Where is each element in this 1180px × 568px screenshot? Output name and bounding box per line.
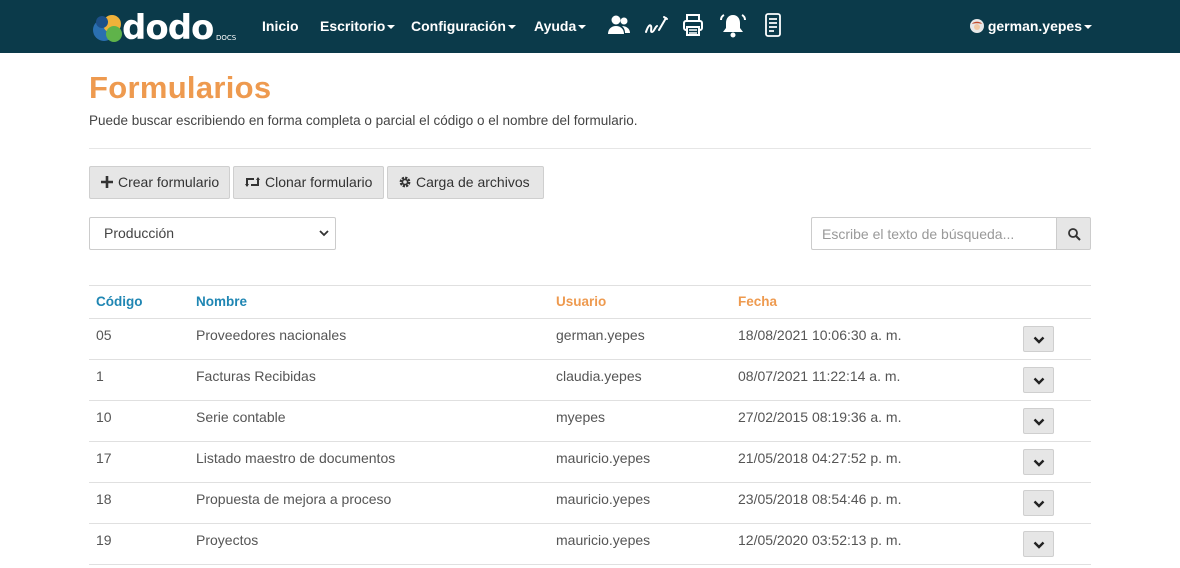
dodo-docs-logo[interactable]: dodo DOCS	[90, 8, 240, 48]
row-user: german.yepes	[556, 327, 645, 343]
row-user: mauricio.yepes	[556, 450, 651, 466]
row-code: 18	[96, 491, 112, 507]
row-date: 23/05/2018 08:54:46 p. m.	[738, 491, 902, 507]
user-name: german.yepes	[987, 18, 1082, 34]
forms-table: Código Nombre Usuario Fecha 05 Proveedore…	[89, 285, 1091, 565]
row-date: 18/08/2021 10:06:30 a. m.	[738, 327, 902, 343]
row-name: Proveedores nacionales	[196, 327, 347, 343]
chevron-down-icon	[1033, 500, 1045, 508]
table-row: 05 Proveedores nacionales german.yepes 18/0…	[89, 319, 1091, 360]
column-header-user[interactable]: Usuario	[556, 294, 606, 309]
chevron-down-icon	[1033, 418, 1045, 426]
chevron-down-icon	[319, 230, 329, 237]
search-input[interactable]	[811, 217, 1057, 250]
row-name: Propuesta de mejora a proceso	[196, 491, 392, 507]
row-actions-button[interactable]	[1023, 367, 1054, 393]
caret-down-icon	[387, 25, 396, 30]
row-name: Listado maestro de documentos	[196, 450, 396, 466]
nav-configuracion[interactable]: Configuración	[411, 0, 516, 53]
row-actions-button[interactable]	[1023, 326, 1054, 352]
document-list-icon[interactable]	[760, 12, 788, 40]
row-date: 21/05/2018 04:27:52 p. m.	[738, 450, 902, 466]
table-row: 19 Proyectos mauricio.yepes 12/05/2020 03:5…	[89, 524, 1091, 565]
row-actions-button[interactable]	[1023, 408, 1054, 434]
plus-icon	[101, 175, 113, 188]
row-name: Facturas Recibidas	[196, 368, 316, 384]
gear-icon	[399, 176, 411, 188]
clone-form-button[interactable]: Clonar formulario	[233, 166, 384, 199]
row-name: Serie contable	[196, 409, 286, 425]
row-user: mauricio.yepes	[556, 491, 651, 507]
row-code: 10	[96, 409, 112, 425]
nav-inicio[interactable]: Inicio	[262, 0, 299, 53]
search-button[interactable]	[1056, 217, 1091, 250]
page-subtitle: Puede buscar escribiendo en forma comple…	[89, 113, 638, 128]
row-user: claudia.yepes	[556, 368, 642, 384]
svg-text:dodo: dodo	[122, 8, 213, 46]
bell-icon[interactable]	[718, 12, 746, 40]
users-icon[interactable]	[606, 12, 634, 40]
caret-down-icon	[507, 25, 516, 30]
table-header: Código Nombre Usuario Fecha	[89, 285, 1091, 319]
row-actions-button[interactable]	[1023, 531, 1054, 557]
chevron-down-icon	[1033, 541, 1045, 549]
column-header-code[interactable]: Código	[96, 294, 143, 309]
retweet-icon	[245, 176, 260, 187]
environment-select[interactable]: Producción	[89, 217, 336, 250]
column-header-name[interactable]: Nombre	[196, 294, 247, 309]
chevron-down-icon	[1033, 459, 1045, 467]
header-divider	[89, 148, 1091, 149]
row-date: 08/07/2021 11:22:14 a. m.	[738, 368, 901, 384]
table-row: 10 Serie contable myepes 27/02/2015 08:19:3…	[89, 401, 1091, 442]
row-code: 05	[96, 327, 112, 343]
svg-text:DOCS: DOCS	[216, 34, 237, 42]
row-user: mauricio.yepes	[556, 532, 651, 548]
top-navbar: dodo DOCS Inicio Escritorio Configuració…	[0, 0, 1180, 53]
printer-icon[interactable]	[680, 12, 708, 40]
table-row: 18 Propuesta de mejora a proceso mauricio.…	[89, 483, 1091, 524]
table-row: 1 Facturas Recibidas claudia.yepes 08/07/20…	[89, 360, 1091, 401]
row-name: Proyectos	[196, 532, 259, 548]
row-user: myepes	[556, 409, 606, 425]
signature-icon[interactable]	[643, 12, 671, 40]
nav-escritorio[interactable]: Escritorio	[320, 0, 396, 53]
chevron-down-icon	[1033, 377, 1045, 385]
column-header-date[interactable]: Fecha	[738, 294, 777, 309]
row-date: 27/02/2015 08:19:36 a. m.	[738, 409, 902, 425]
row-code: 17	[96, 450, 112, 466]
row-date: 12/05/2020 03:52:13 p. m.	[738, 532, 902, 548]
table-row: 17 Listado maestro de documentos mauricio.…	[89, 442, 1091, 483]
row-code: 19	[96, 532, 112, 548]
row-actions-button[interactable]	[1023, 490, 1054, 516]
user-avatar-icon	[969, 18, 984, 33]
user-menu[interactable]: german.yepes	[969, 0, 1092, 53]
row-actions-button[interactable]	[1023, 449, 1054, 475]
caret-down-icon	[1084, 25, 1092, 30]
page-title: Formularios	[89, 70, 272, 105]
chevron-down-icon	[1033, 336, 1045, 344]
create-form-button[interactable]: Crear formulario	[89, 166, 230, 199]
nav-ayuda[interactable]: Ayuda	[534, 0, 587, 53]
caret-down-icon	[578, 25, 587, 30]
file-upload-button[interactable]: Carga de archivos	[387, 166, 544, 199]
row-code: 1	[96, 368, 104, 384]
search-icon	[1068, 228, 1081, 241]
